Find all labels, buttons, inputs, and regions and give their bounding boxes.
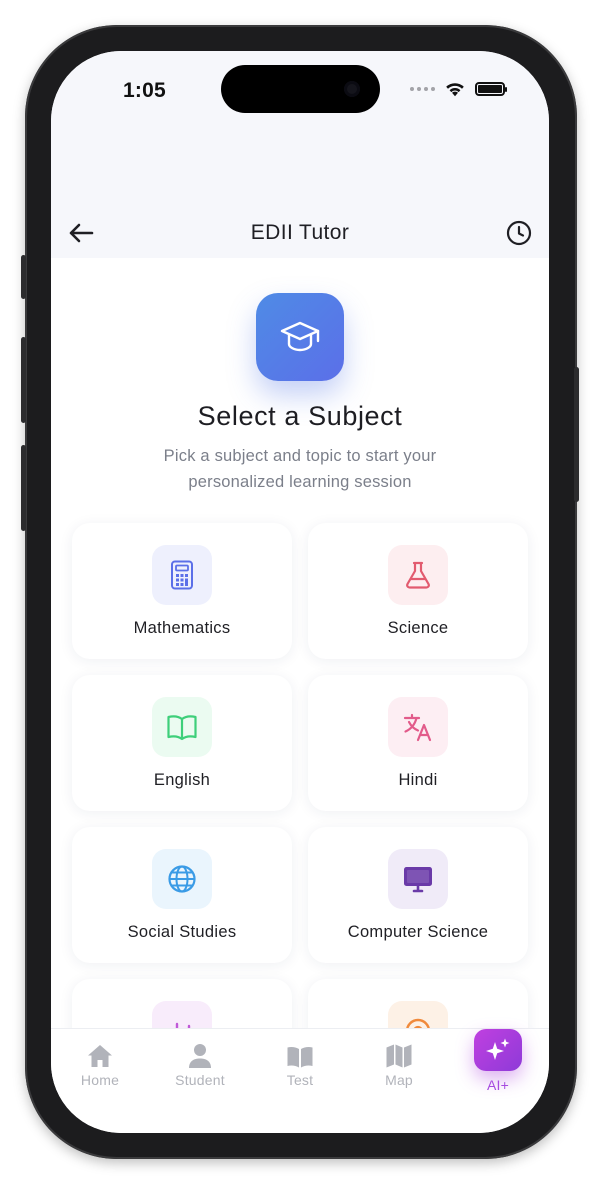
monitor-icon [404,867,432,893]
map-icon [386,1044,412,1068]
history-button[interactable] [503,217,535,249]
book-icon [167,715,197,741]
top-area: 1:05 EDII Tutor [51,51,549,258]
nav-label: Home [80,1072,120,1088]
subject-card-hindi[interactable]: Hindi [308,675,528,811]
globe-icon [168,865,196,893]
user-icon [189,1044,211,1068]
status-icons [410,81,507,97]
subject-label: Science [387,619,449,637]
subject-label: English [153,771,211,789]
status-time: 1:05 [123,79,166,102]
sparkles-icon [486,1038,510,1060]
nav-label: AI+ [486,1077,509,1093]
subject-icon-tile [388,849,448,909]
camera-icon [344,81,360,97]
volume-up-button [21,337,26,423]
subject-icon-tile [388,545,448,605]
subject-label: Hindi [398,771,438,789]
bottom-nav: Home Student Test Map AI+ [51,1028,549,1133]
flask-icon [406,561,430,589]
calculator-icon [171,560,193,590]
subject-label: Mathematics [133,619,231,637]
subject-icon-tile [152,697,212,757]
nav-home[interactable]: Home [60,1037,140,1088]
subject-label: Computer Science [347,923,489,941]
clock-icon [506,220,532,246]
subject-card-english[interactable]: English [72,675,292,811]
wifi-icon [446,83,464,97]
nav-label: Student [175,1072,225,1088]
ai-button-tile [474,1029,522,1071]
hero-subtitle: Pick a subject and topic to start your p… [163,447,437,491]
subject-card-computer-science[interactable]: Computer Science [308,827,528,963]
nav-student[interactable]: Student [160,1037,240,1088]
subject-card-social-studies[interactable]: Social Studies [72,827,292,963]
book-open-icon [287,1047,313,1068]
nav-map[interactable]: Map [359,1037,439,1088]
action-button [21,255,26,299]
battery-icon [475,82,507,96]
subject-card-mathematics[interactable]: Mathematics [72,523,292,659]
signal-dots-icon [410,87,435,91]
graduation-cap-icon [280,321,320,352]
dynamic-island [221,65,380,113]
translate-icon [403,713,432,742]
subject-card-science[interactable]: Science [308,523,528,659]
volume-down-button [21,445,26,531]
app-screen: 1:05 EDII Tutor Select a Subject Pick a … [51,51,549,1133]
nav-test[interactable]: Test [260,1037,340,1088]
home-icon [88,1045,112,1067]
nav-ai-plus[interactable]: AI+ [458,1029,538,1093]
hero-icon-tile [256,293,344,381]
page-title: EDII Tutor [250,221,350,244]
power-button [574,367,579,502]
subject-icon-tile [388,697,448,757]
subject-icon-tile [152,545,212,605]
subject-icon-tile [152,849,212,909]
subject-label: Social Studies [127,923,237,941]
nav-label: Test [286,1072,314,1088]
hero-title: Select a Subject [197,401,403,431]
nav-label: Map [385,1072,413,1088]
